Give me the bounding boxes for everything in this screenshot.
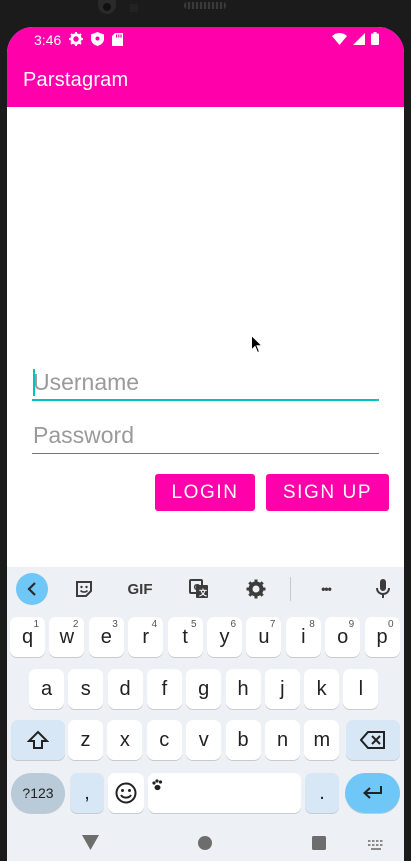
comma-key[interactable]: , <box>70 773 104 813</box>
key-g[interactable]: g <box>186 669 222 709</box>
mouse-pointer-icon <box>251 334 264 359</box>
key-label: p <box>376 625 388 648</box>
device-bezel <box>0 0 411 30</box>
soft-keyboard: GIF G文 ••• q1w2e3r4t5y6u7i8o9p0 asdfghjk… <box>7 567 404 819</box>
translate-icon[interactable]: G文 <box>183 573 215 605</box>
mic-icon[interactable] <box>367 573 399 605</box>
key-c[interactable]: c <box>146 720 182 760</box>
battery-icon <box>371 32 379 50</box>
key-b[interactable]: b <box>225 720 261 760</box>
key-d[interactable]: d <box>107 669 143 709</box>
key-e[interactable]: e3 <box>88 617 124 657</box>
backspace-key[interactable] <box>346 720 400 760</box>
key-number-hint: 3 <box>112 619 118 630</box>
status-time: 3:46 <box>34 32 62 48</box>
paw-icon <box>151 774 164 797</box>
navigation-bar <box>7 819 404 861</box>
app-title: Parstagram <box>23 69 129 91</box>
key-label: r <box>142 625 150 648</box>
username-field[interactable] <box>32 365 379 401</box>
login-button[interactable]: LOGIN <box>155 474 255 511</box>
key-label: e <box>100 625 112 648</box>
front-camera <box>98 0 116 14</box>
key-label: u <box>258 625 270 648</box>
key-number-hint: 6 <box>230 619 236 630</box>
key-number-hint: 9 <box>348 619 355 630</box>
username-input[interactable] <box>32 365 379 399</box>
settings-icon[interactable] <box>240 573 272 605</box>
key-r[interactable]: r4 <box>128 617 164 657</box>
sign-up-button[interactable]: SIGN UP <box>266 474 389 511</box>
proximity-sensor <box>130 4 138 12</box>
status-notification-icons <box>69 32 123 51</box>
toolbar-divider <box>290 577 291 601</box>
key-n[interactable]: n <box>265 720 300 760</box>
text-cursor <box>33 369 35 396</box>
emoji-key[interactable] <box>108 773 144 813</box>
spacebar-key[interactable] <box>148 773 301 813</box>
gear-icon <box>69 32 83 51</box>
back-triangle-icon[interactable] <box>82 835 99 855</box>
key-number-hint: 5 <box>191 619 197 630</box>
key-number-hint: 1 <box>33 619 39 630</box>
key-number-hint: 0 <box>388 619 394 630</box>
key-label: q <box>21 625 34 648</box>
key-i[interactable]: i8 <box>285 617 321 657</box>
earpiece-speaker <box>184 2 226 9</box>
keyboard-switch-icon[interactable] <box>368 838 386 856</box>
home-circle-icon[interactable] <box>198 836 212 855</box>
key-label: y <box>219 625 230 648</box>
key-o[interactable]: o9 <box>325 617 361 657</box>
key-w[interactable]: w2 <box>49 617 85 657</box>
key-t[interactable]: t5 <box>167 617 203 657</box>
device-screen: 3:46 Parstagram Username LOGIN SIGN UP G… <box>7 27 404 861</box>
enter-key[interactable] <box>345 773 400 813</box>
back-icon[interactable] <box>16 573 48 605</box>
key-number-hint: 4 <box>151 619 158 630</box>
key-k[interactable]: k <box>304 669 340 709</box>
svg-text:文: 文 <box>199 588 208 598</box>
recents-square-icon[interactable] <box>312 836 326 855</box>
key-number-hint: 7 <box>269 619 276 630</box>
password-input[interactable] <box>32 418 379 452</box>
key-f[interactable]: f <box>146 669 182 709</box>
password-underline <box>32 453 379 454</box>
status-system-icons <box>332 32 379 50</box>
key-label: i <box>301 625 306 648</box>
key-v[interactable]: v <box>186 720 222 760</box>
shift-key[interactable] <box>11 720 65 760</box>
period-key[interactable]: . <box>305 773 339 813</box>
key-number-hint: 2 <box>72 619 79 630</box>
key-label: o <box>337 625 349 648</box>
key-s[interactable]: s <box>68 669 104 709</box>
status-bar: 3:46 <box>7 27 404 53</box>
wifi-icon <box>332 32 347 50</box>
key-y[interactable]: y6 <box>207 617 242 657</box>
key-x[interactable]: x <box>107 720 143 760</box>
keyboard-toolbar: GIF G文 ••• <box>7 567 404 611</box>
shield-icon <box>91 32 104 51</box>
key-a[interactable]: a <box>29 669 64 709</box>
sd-card-icon <box>112 32 123 51</box>
key-h[interactable]: h <box>225 669 261 709</box>
key-u[interactable]: u7 <box>246 617 282 657</box>
username-underline <box>32 399 379 401</box>
signal-icon <box>353 32 365 50</box>
key-z[interactable]: z <box>68 720 103 760</box>
key-number-hint: 8 <box>309 619 315 630</box>
key-p[interactable]: p0 <box>364 617 400 657</box>
key-q[interactable]: q1 <box>10 617 45 657</box>
password-field[interactable] <box>32 418 379 454</box>
key-j[interactable]: j <box>264 669 300 709</box>
gif-button[interactable]: GIF <box>124 573 156 605</box>
key-m[interactable]: m <box>304 720 340 760</box>
more-icon[interactable]: ••• <box>310 573 342 605</box>
app-bar: Parstagram <box>7 53 404 107</box>
sticker-icon[interactable] <box>68 573 100 605</box>
key-l[interactable]: l <box>343 669 379 709</box>
key-label: t <box>182 625 188 648</box>
symbols-key[interactable]: ?123 <box>11 773 65 813</box>
